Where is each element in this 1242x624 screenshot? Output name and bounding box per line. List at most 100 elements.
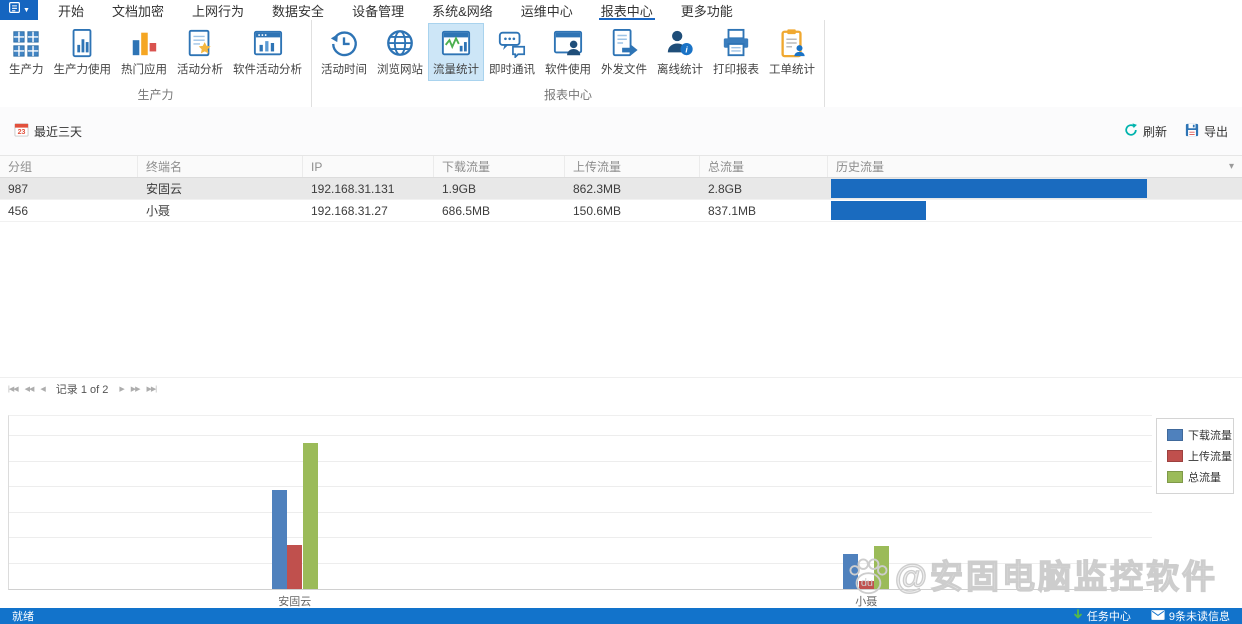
- ribbon-item-label: 浏览网站: [377, 64, 423, 76]
- pager-fast-next-button[interactable]: ▶▶: [131, 385, 141, 393]
- bar-小聂-下载流量: [843, 554, 859, 589]
- category-label: 小聂: [855, 596, 878, 608]
- menu-tab-更多功能[interactable]: 更多功能: [667, 0, 747, 20]
- pager-next-button[interactable]: ▶: [119, 385, 124, 393]
- chevron-down-icon: ▼: [23, 6, 30, 14]
- unread-messages-button[interactable]: 9条未读信息: [1151, 608, 1230, 624]
- column-header-总流量[interactable]: 总流量: [700, 156, 828, 177]
- cell-history: [828, 200, 1242, 221]
- ribbon-item-浏览网站[interactable]: 浏览网站: [372, 23, 428, 81]
- bar-安固云-下载流量: [271, 489, 287, 589]
- ribbon-item-软件使用[interactable]: 软件使用: [540, 23, 596, 81]
- export-label: 导出: [1203, 124, 1228, 139]
- gridline: [9, 435, 1152, 437]
- legend-swatch: [1167, 450, 1183, 462]
- ribbon-item-软件活动分析[interactable]: 软件活动分析: [228, 23, 307, 81]
- pager-prev-button[interactable]: ◀: [40, 385, 45, 393]
- ribbon-item-label: 生产力: [9, 64, 44, 76]
- status-ready-label: 就绪: [12, 611, 34, 623]
- column-header-label: 历史流量: [836, 160, 885, 174]
- menu-tab-运维中心[interactable]: 运维中心: [507, 0, 587, 20]
- history-clock-icon: [329, 28, 359, 58]
- ribbon-item-外发文件[interactable]: 外发文件: [596, 23, 652, 81]
- bar-小聂-上传流量: [858, 581, 874, 589]
- bar-小聂-总流量: [874, 546, 890, 589]
- ribbon-item-离线统计[interactable]: i 离线统计: [652, 23, 708, 81]
- ribbon-group-生产力: 生产力 生产力使用 热门应用 活动分析 软件活动分析 生产力: [0, 20, 312, 107]
- menu-tab-设备管理[interactable]: 设备管理: [338, 0, 418, 20]
- menu-tab-文档加密[interactable]: 文档加密: [98, 0, 178, 20]
- ribbon-item-label: 工单统计: [769, 64, 815, 76]
- column-header-下载流量[interactable]: 下载流量: [434, 156, 565, 177]
- pager-first-button[interactable]: |◀◀: [8, 385, 19, 393]
- status-bar: 就绪 任务中心 9条未读信息: [0, 608, 1242, 624]
- ribbon-item-生产力[interactable]: 生产力: [4, 23, 49, 81]
- printer-icon: [721, 28, 751, 58]
- ribbon-item-label: 离线统计: [657, 64, 703, 76]
- gridline: [9, 486, 1152, 488]
- legend-swatch: [1167, 429, 1183, 441]
- traffic-chart-icon: [441, 28, 471, 58]
- cell-total: 2.8GB: [708, 181, 743, 196]
- export-button[interactable]: 导出: [1185, 123, 1228, 140]
- cell-total: 837.1MB: [708, 203, 757, 218]
- ribbon-item-label: 流量统计: [433, 64, 479, 76]
- cell-upload: 862.3MB: [573, 181, 622, 196]
- cell-ip: 192.168.31.131: [311, 181, 395, 196]
- legend-label: 下载流量: [1188, 430, 1232, 442]
- ribbon-item-活动分析[interactable]: 活动分析: [172, 23, 228, 81]
- app-window: ▼ 开始 文档加密 上网行为 数据安全 设备管理 系统&网络 运维中心 报表中心 更多功能 生产…: [0, 0, 1242, 624]
- window-user-icon: [553, 28, 583, 58]
- unread-messages-label: 9条未读信息: [1168, 611, 1230, 623]
- legend-item: 总流量: [1167, 469, 1233, 485]
- ribbon-item-热门应用[interactable]: 热门应用: [116, 23, 172, 81]
- column-header-终端名[interactable]: 终端名: [138, 156, 303, 177]
- export-icon: [1185, 123, 1199, 140]
- menu-tab-数据安全[interactable]: 数据安全: [258, 0, 338, 20]
- doc-arrow-icon: [609, 28, 639, 58]
- menu-tab-报表中心[interactable]: 报表中心: [587, 0, 667, 20]
- globe-icon: [385, 28, 415, 58]
- menu-bar: ▼ 开始 文档加密 上网行为 数据安全 设备管理 系统&网络 运维中心 报表中心 更多功能: [0, 0, 1242, 20]
- column-header-IP[interactable]: IP: [303, 156, 434, 177]
- report-toolbar: 23 最近三天 刷新 导出: [0, 107, 1242, 155]
- pager: |◀◀ ◀◀ ◀ 记录 1 of 2 ▶ ▶▶ ▶▶|: [0, 377, 1242, 401]
- user-info-icon: i: [665, 28, 695, 58]
- ribbon: 生产力 生产力使用 热门应用 活动分析 软件活动分析 生产力 活动时间 浏览网站 流量统计 即时通…: [0, 20, 1242, 108]
- date-filter-button[interactable]: 23 最近三天: [14, 122, 82, 140]
- ribbon-item-生产力使用[interactable]: 生产力使用: [49, 23, 117, 81]
- table-row[interactable]: 456 小聂 192.168.31.27 686.5MB 150.6MB 837.1MB: [0, 200, 1242, 222]
- pager-last-button[interactable]: ▶▶|: [147, 385, 158, 393]
- app-menu-button[interactable]: ▼: [0, 0, 38, 20]
- ribbon-item-打印报表[interactable]: 打印报表: [708, 23, 764, 81]
- column-header-上传流量[interactable]: 上传流量: [565, 156, 700, 177]
- refresh-button[interactable]: 刷新: [1124, 122, 1167, 140]
- pager-fast-prev-button[interactable]: ◀◀: [25, 385, 35, 393]
- ribbon-group-label: 报表中心: [543, 88, 592, 102]
- task-center-button[interactable]: 任务中心: [1073, 608, 1131, 624]
- ribbon-item-工单统计[interactable]: 工单统计: [764, 23, 820, 81]
- ribbon-item-label: 活动分析: [177, 64, 223, 76]
- gridline: [9, 562, 1152, 564]
- menu-tab-上网行为[interactable]: 上网行为: [178, 0, 258, 20]
- column-header-label: IP: [311, 159, 323, 174]
- column-header-label: 分组: [8, 160, 33, 174]
- menu-tab-系统&网络[interactable]: 系统&网络: [418, 0, 507, 20]
- ribbon-item-label: 热门应用: [121, 64, 167, 76]
- legend-item: 上传流量: [1167, 448, 1233, 464]
- cell-upload: 150.6MB: [573, 203, 622, 218]
- filter-dropdown-icon[interactable]: ▾: [1229, 161, 1234, 172]
- ribbon-item-流量统计[interactable]: 流量统计: [428, 23, 484, 81]
- app-menu-icon: [8, 1, 21, 19]
- table-row[interactable]: 987 安固云 192.168.31.131 1.9GB 862.3MB 2.8GB: [0, 178, 1242, 200]
- window-chart-icon: [253, 28, 283, 58]
- ribbon-item-label: 即时通讯: [489, 64, 535, 76]
- column-header-历史流量[interactable]: 历史流量 ▾: [828, 156, 1242, 177]
- ribbon-item-即时通讯[interactable]: 即时通讯: [484, 23, 540, 81]
- column-header-分组[interactable]: 分组: [0, 156, 138, 177]
- menu-tab-开始[interactable]: 开始: [44, 0, 98, 20]
- envelope-icon: [1151, 609, 1165, 623]
- ribbon-item-活动时间[interactable]: 活动时间: [316, 23, 372, 81]
- column-header-label: 上传流量: [573, 160, 622, 174]
- cell-ip: 192.168.31.27: [311, 203, 388, 218]
